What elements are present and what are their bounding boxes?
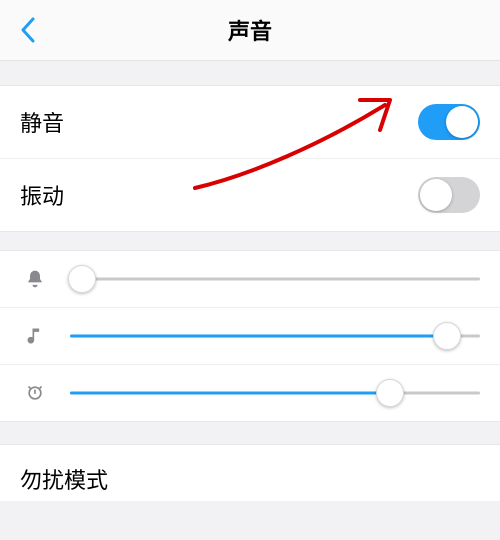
alarm-volume-row bbox=[0, 364, 500, 421]
media-volume-row bbox=[0, 307, 500, 364]
mute-row: 静音 bbox=[0, 86, 500, 158]
page-title: 声音 bbox=[228, 14, 272, 46]
alarm-icon bbox=[20, 383, 50, 403]
ringer-volume-slider[interactable] bbox=[70, 267, 480, 291]
header-bar: 声音 bbox=[0, 0, 500, 61]
vibrate-toggle[interactable] bbox=[418, 177, 480, 213]
mute-label: 静音 bbox=[20, 106, 64, 138]
media-volume-slider[interactable] bbox=[70, 324, 480, 348]
music-icon bbox=[20, 326, 50, 346]
toggle-knob bbox=[446, 106, 478, 138]
ringer-volume-row bbox=[0, 251, 500, 307]
vibrate-label: 振动 bbox=[20, 179, 64, 211]
dnd-label: 勿扰模式 bbox=[20, 468, 108, 493]
volume-sliders-group bbox=[0, 250, 500, 422]
toggle-knob bbox=[420, 179, 452, 211]
chevron-left-icon bbox=[20, 17, 36, 43]
back-button[interactable] bbox=[8, 9, 48, 51]
vibrate-row: 振动 bbox=[0, 158, 500, 231]
mute-toggle[interactable] bbox=[418, 104, 480, 140]
bell-icon bbox=[20, 269, 50, 289]
sound-toggles-group: 静音 振动 bbox=[0, 85, 500, 232]
alarm-volume-slider[interactable] bbox=[70, 381, 480, 405]
dnd-row[interactable]: 勿扰模式 bbox=[0, 444, 500, 501]
